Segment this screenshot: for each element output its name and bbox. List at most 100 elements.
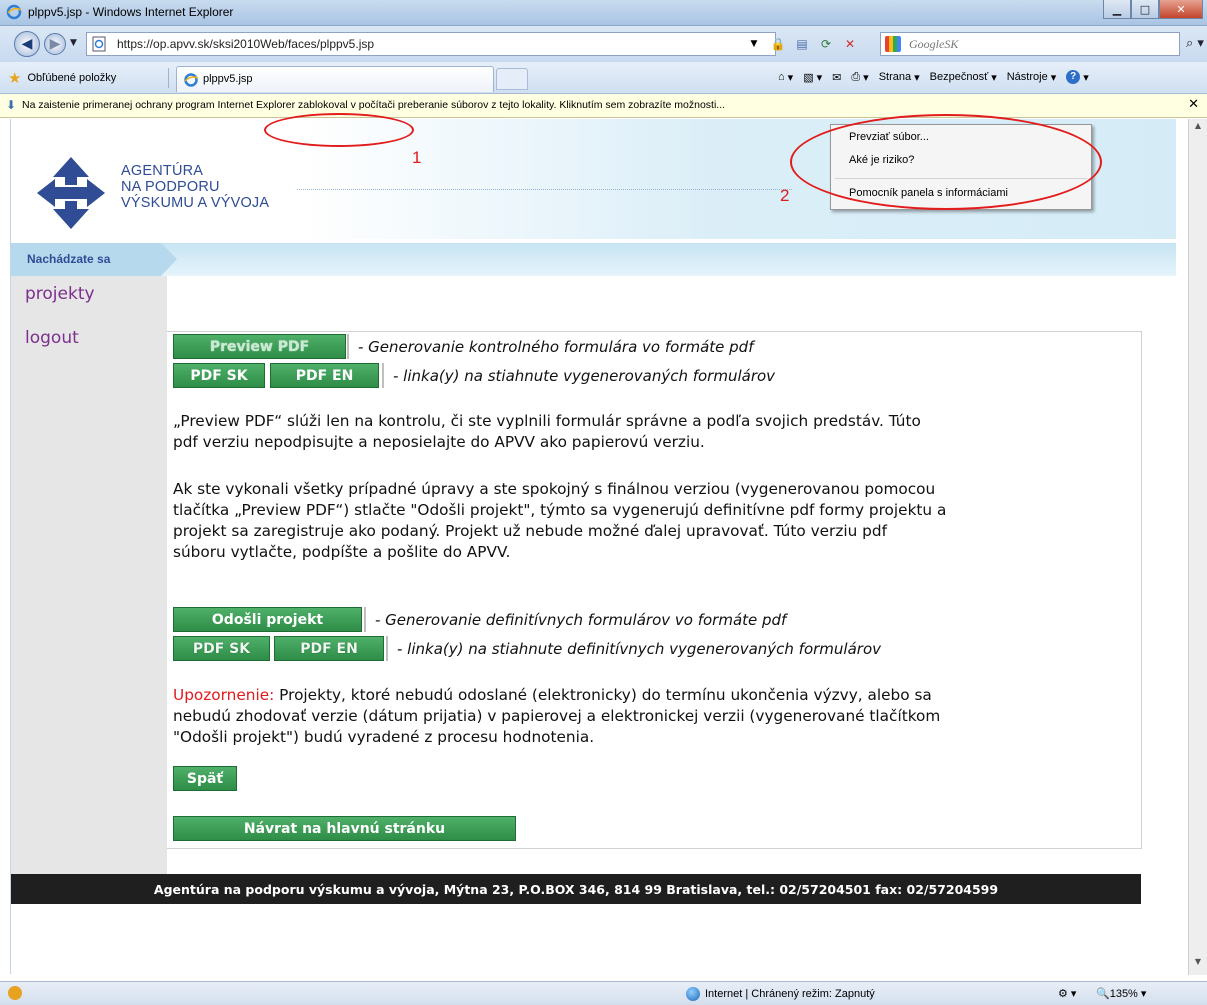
scroll-up-icon[interactable]: ▲ [1189,121,1207,137]
submit-paragraph: Ak ste vykonali všetky prípadné úpravy a… [173,479,946,563]
search-icon[interactable]: ⌕ ▾ [1186,36,1204,51]
page-menu[interactable]: Strana ▾ [879,71,920,84]
compatibility-icon[interactable]: ▤ [793,35,811,53]
submit-paragraph-line-3: projekt sa zaregistruje ako podaný. Proj… [173,522,887,540]
close-button[interactable]: ✕ [1159,0,1203,19]
preview-paragraph-line-2: pdf verziu nepodpisujte a neposielajte d… [173,433,705,451]
logo-text: AGENTÚRA NA PODPORU VÝSKUMU A VÝVOJA [121,163,269,211]
safety-menu-label: Bezpečnosť [929,71,989,83]
window-title: plppv5.jsp - Windows Internet Explorer [28,5,234,19]
help-icon: ? [1066,70,1081,84]
links-description: - linka(y) na stiahnute vygenerovaných f… [393,367,776,385]
browser-window: plppv5.jsp - Windows Internet Explorer ▁… [0,0,1207,1005]
google-icon [885,36,901,52]
tab-plppv5[interactable]: plppv5.jsp [176,66,494,92]
home-button[interactable]: ⌂ ▾ [778,71,793,84]
address-field[interactable]: https://op.apvv.sk/sksi2010Web/faces/plp… [86,32,776,56]
security-zone[interactable]: Internet | Chránený režim: Zapnutý [686,987,875,1001]
footer: Agentúra na podporu výskumu a vývoja, Mý… [11,874,1141,904]
preview-paragraph-line-1: „Preview PDF“ slúži len na kontrolu, či … [173,412,921,430]
protected-mode-icon[interactable]: ⚙ ▾ [1058,987,1076,1000]
lock-icon[interactable]: 🔒 [769,35,787,53]
url-text: https://op.apvv.sk/sksi2010Web/faces/plp… [117,37,375,51]
preview-paragraph: „Preview PDF“ slúži len na kontrolu, či … [173,411,921,453]
search-placeholder: GoogleSK [909,37,959,51]
tab-bar: ★ Obľúbené položky plppv5.jsp ⌂ ▾ ▧ ▾ ✉ … [0,62,1207,94]
globe-icon [686,987,700,1001]
star-icon: ★ [8,70,22,87]
print-button[interactable]: ⎙ ▾ [851,71,868,84]
back-button[interactable]: Späť [173,766,237,791]
warning-line-3: "Odošli projekt") budú vyradené z proces… [173,728,595,746]
tab-label: plppv5.jsp [203,73,253,85]
status-bar: Internet | Chránený režim: Zapnutý ⚙ ▾ 🔍… [0,981,1207,1005]
preview-description: - Generovanie kontrolného formulára vo f… [358,338,754,356]
warning-paragraph: Upozornenie: Projekty, ktoré nebudú odos… [173,685,940,748]
info-shield-icon: ⬇ [6,98,17,112]
submit-project-button[interactable]: Odošli projekt [173,607,362,632]
sidebar-item-projekty[interactable]: projekty [25,284,95,304]
minimize-button[interactable]: ▁ [1103,0,1131,19]
final-links-description: - linka(y) na stiahnute definitívnych vy… [397,640,881,658]
refresh-icon[interactable]: ⟳ [817,35,835,53]
close-infobar-icon[interactable]: ✕ [1188,97,1199,112]
final-pdf-en-button[interactable]: PDF EN [274,636,384,661]
zone-text: Internet | Chránený režim: Zapnutý [705,988,875,1000]
feeds-button[interactable]: ▧ ▾ [803,71,822,84]
warning-label: Upozornenie: [173,686,275,704]
help-button[interactable]: ? ▾ [1066,70,1089,84]
submit-paragraph-line-1: Ak ste vykonali všetky prípadné úpravy a… [173,480,936,498]
logo-line-1: AGENTÚRA [121,163,204,179]
security-status-icon[interactable] [8,986,22,1000]
submit-paragraph-line-4: súboru vytlačte, podpíšte a pošlite do A… [173,543,511,561]
pdf-en-button[interactable]: PDF EN [270,363,379,388]
submit-paragraph-line-2: tlačítka „Preview PDF“) stlačte "Odošli … [173,501,947,519]
chevron-right-icon [161,243,177,276]
new-tab-button[interactable] [496,68,528,90]
history-dropdown-icon[interactable]: ▼ [70,38,77,48]
warning-line-1-text: Projekty, ktoré nebudú odoslané (elektro… [274,686,932,704]
zoom-icon: 🔍 [1096,988,1110,1000]
pdf-sk-button[interactable]: PDF SK [173,363,265,388]
print-icon: ⎙ [851,70,861,83]
infobar-text: Na zaistenie primeranej ochrany program … [22,99,726,111]
main-panel: Preview PDF - Generovanie kontrolného fo… [167,331,1142,849]
back-arrow-icon[interactable]: ◀ [14,31,40,57]
vertical-scrollbar[interactable]: ▲ ▼ [1188,119,1207,975]
ie-logo-icon [6,4,22,20]
annotation-label-1: 1 [412,148,422,167]
tools-menu[interactable]: Nástroje ▾ [1007,71,1057,84]
address-dropdown-icon[interactable]: ▼ [745,35,763,53]
stop-icon[interactable]: ✕ [841,35,859,53]
favorites-button[interactable]: ★ Obľúbené položky [8,69,116,87]
maximize-button[interactable]: □ [1131,0,1159,19]
mail-button[interactable]: ✉ [832,71,841,84]
warning-line-2: nebudú zhodovať verzie (dátum prijatia) … [173,707,941,725]
breadcrumb-label: Nachádzate sa [27,252,111,266]
annotation-ellipse-2 [790,114,1102,210]
breadcrumb: Nachádzate sa [11,243,1176,276]
logo-line-3: VÝSKUMU A VÝVOJA [121,195,270,211]
safety-menu[interactable]: Bezpečnosť ▾ [930,71,997,84]
submit-description: - Generovanie definitívnych formulárov v… [375,611,787,629]
warning-line-1: Upozornenie: Projekty, ktoré nebudú odos… [173,685,940,706]
home-page-button[interactable]: Návrat na hlavnú stránku [173,816,516,841]
mail-icon: ✉ [832,71,842,84]
page-content: AGENTÚRA NA PODPORU VÝSKUMU A VÝVOJA Nac… [10,119,1185,974]
zoom-value: 135% [1109,988,1138,1000]
preview-pdf-button[interactable]: Preview PDF [173,334,346,359]
apvv-logo-icon [37,157,105,229]
forward-arrow-icon[interactable]: ▶ [44,33,66,55]
sidebar-item-logout[interactable]: logout [25,328,79,348]
annotation-label-2: 2 [780,186,790,205]
page-icon [92,36,106,52]
information-bar[interactable]: ⬇ Na zaistenie primeranej ochrany progra… [0,94,1207,118]
scroll-down-icon[interactable]: ▼ [1189,957,1207,973]
favorites-label: Obľúbené položky [27,72,117,84]
title-bar: plppv5.jsp - Windows Internet Explorer ▁… [0,0,1207,26]
search-input[interactable]: GoogleSK [880,32,1180,56]
zoom-level[interactable]: 🔍135% ▾ [1096,987,1146,1000]
ie-tab-icon [184,73,199,87]
tools-menu-label: Nástroje [1006,71,1048,83]
final-pdf-sk-button[interactable]: PDF SK [173,636,270,661]
